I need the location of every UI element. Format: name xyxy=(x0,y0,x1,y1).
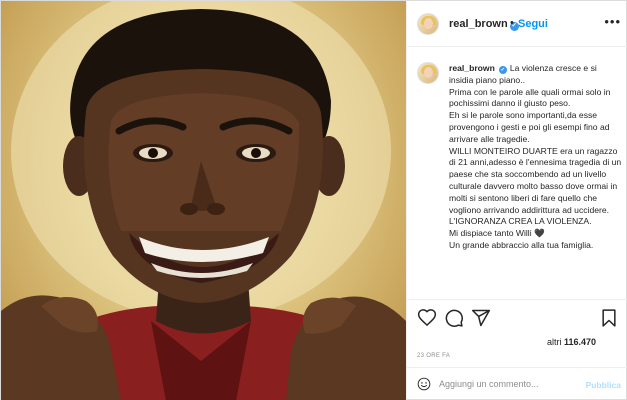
avatar[interactable] xyxy=(417,13,439,35)
caption-username[interactable]: real_brown xyxy=(449,63,495,73)
username-link[interactable]: real_brown ✔ xyxy=(449,18,519,31)
post-sidebar: real_brown ✔ • Segui ••• real_brown ✔ La vi… xyxy=(406,1,627,400)
bookmark-icon[interactable] xyxy=(599,308,619,328)
caption-avatar[interactable] xyxy=(417,62,439,84)
portrait-illustration xyxy=(1,1,406,400)
likes-prefix: altri xyxy=(547,337,562,347)
likes-count[interactable]: altri 116.470 xyxy=(547,337,596,347)
follow-button[interactable]: Segui xyxy=(518,18,548,30)
heart-icon[interactable] xyxy=(417,308,437,328)
post-header: real_brown ✔ • Segui ••• xyxy=(407,1,627,47)
post-frame: real_brown ✔ • Segui ••• real_brown ✔ La vi… xyxy=(0,0,627,400)
caption-text: La violenza cresce e si insidia piano pi… xyxy=(449,63,622,250)
post-photo[interactable] xyxy=(1,1,406,400)
comment-icon[interactable] xyxy=(444,308,464,328)
caption-area: real_brown ✔ La violenza cresce e si insid… xyxy=(407,48,627,298)
separator-dot: • xyxy=(510,17,514,29)
publish-button[interactable]: Pubblica xyxy=(586,380,621,390)
likes-number: 116.470 xyxy=(564,337,597,347)
caption: real_brown ✔ La violenza cresce e si insid… xyxy=(449,63,623,252)
emoji-icon[interactable] xyxy=(417,377,431,391)
username-text: real_brown xyxy=(449,18,508,30)
comment-input[interactable] xyxy=(439,374,579,394)
action-bar xyxy=(407,299,627,337)
post-timestamp[interactable]: 23 ORE FA xyxy=(417,353,450,359)
caption-verified-badge-icon: ✔ xyxy=(498,66,507,74)
more-horizontal-icon[interactable]: ••• xyxy=(604,15,621,29)
share-icon[interactable] xyxy=(471,308,491,328)
comment-box: Pubblica xyxy=(407,367,627,400)
